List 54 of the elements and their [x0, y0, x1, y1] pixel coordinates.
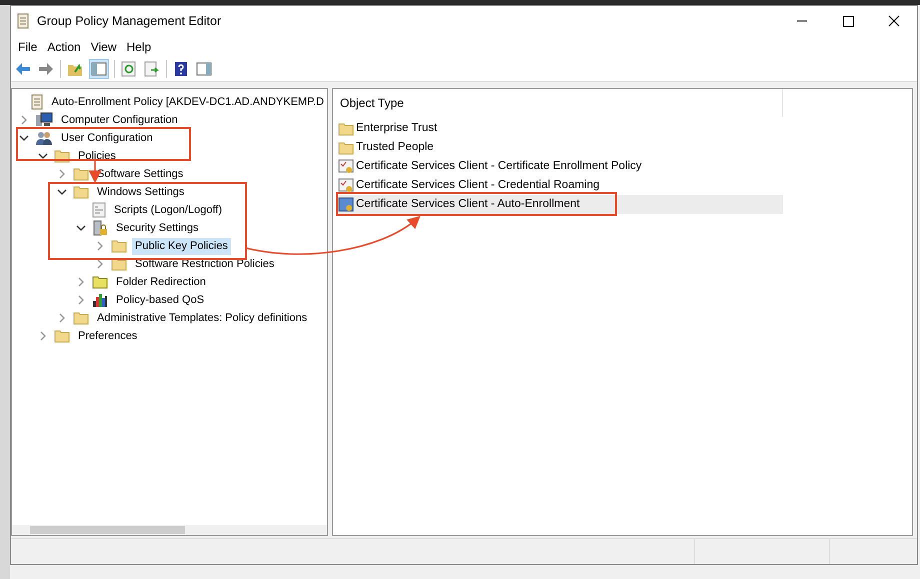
export-icon[interactable]	[143, 60, 161, 78]
folder-icon	[73, 311, 89, 325]
script-icon	[92, 202, 106, 218]
list-item[interactable]: Trusted People	[338, 138, 783, 157]
folder-icon	[54, 329, 70, 343]
tree-item[interactable]: Preferences	[75, 328, 140, 344]
scroll-icon	[16, 13, 30, 29]
users-icon	[35, 130, 53, 146]
tree-item[interactable]: Folder Redirection	[113, 274, 209, 290]
list-item[interactable]: Certificate Services Client - Certificate Enrollment Policy	[338, 157, 783, 176]
certificate-icon	[338, 196, 354, 212]
folder-icon	[92, 275, 108, 289]
tree-item[interactable]: Windows Settings	[94, 184, 188, 200]
folder-icon	[338, 140, 354, 154]
folder-icon	[73, 167, 89, 181]
list-item[interactable]: Enterprise Trust	[338, 119, 783, 138]
menu-item[interactable]: Help	[122, 38, 156, 56]
certificate-icon	[338, 178, 354, 194]
pane-icon[interactable]	[90, 60, 108, 78]
bar-chart-icon	[92, 293, 108, 307]
folder-icon	[73, 185, 89, 199]
chevron-right-icon[interactable]	[19, 115, 29, 125]
window-title: Group Policy Management Editor	[37, 12, 222, 30]
list-item[interactable]: Certificate Services Client - Auto-Enrollment	[338, 195, 783, 214]
help-icon[interactable]	[172, 60, 190, 78]
menu-item[interactable]: File	[13, 38, 42, 56]
chevron-right-icon[interactable]	[57, 169, 67, 179]
pane-icon[interactable]	[195, 60, 213, 78]
computer-icon	[35, 112, 53, 128]
server-lock-icon	[92, 220, 108, 236]
tree-item[interactable]: Security Settings	[113, 220, 202, 236]
tree-item[interactable]: Administrative Templates: Policy definitions	[94, 310, 310, 326]
column-header[interactable]: Object Type	[333, 94, 404, 112]
menu-item[interactable]: View	[86, 38, 122, 56]
tree-item[interactable]: Scripts (Logon/Logoff)	[111, 202, 226, 218]
tree-item[interactable]: Policy-based QoS	[113, 292, 208, 308]
tree-item[interactable]: Software Restriction Policies	[132, 256, 278, 272]
folder-icon	[111, 239, 127, 253]
refresh-icon[interactable]	[120, 60, 138, 78]
tree-item[interactable]: Computer Configuration	[58, 112, 181, 128]
tree-item[interactable]: Auto-Enrollment Policy [AKDEV-DC1.AD.ANDYKEMP.D	[48, 94, 327, 110]
tree-item[interactable]: Policies	[75, 148, 119, 164]
tree-item[interactable]: Public Key Policies	[132, 238, 231, 254]
scroll-icon	[30, 94, 44, 110]
folder-icon	[111, 257, 127, 271]
horizontal-scrollbar[interactable]	[12, 525, 327, 535]
folder-icon	[338, 122, 354, 136]
menu-item[interactable]: Action	[42, 38, 86, 56]
list-item[interactable]: Certificate Services Client - Credential Roaming	[338, 176, 783, 195]
tree-item[interactable]: User Configuration	[58, 130, 156, 146]
forward-arrow-icon[interactable]	[37, 60, 55, 78]
chevron-down-icon[interactable]	[57, 187, 67, 197]
certificate-icon	[338, 158, 354, 174]
chevron-down-icon[interactable]	[76, 223, 86, 233]
